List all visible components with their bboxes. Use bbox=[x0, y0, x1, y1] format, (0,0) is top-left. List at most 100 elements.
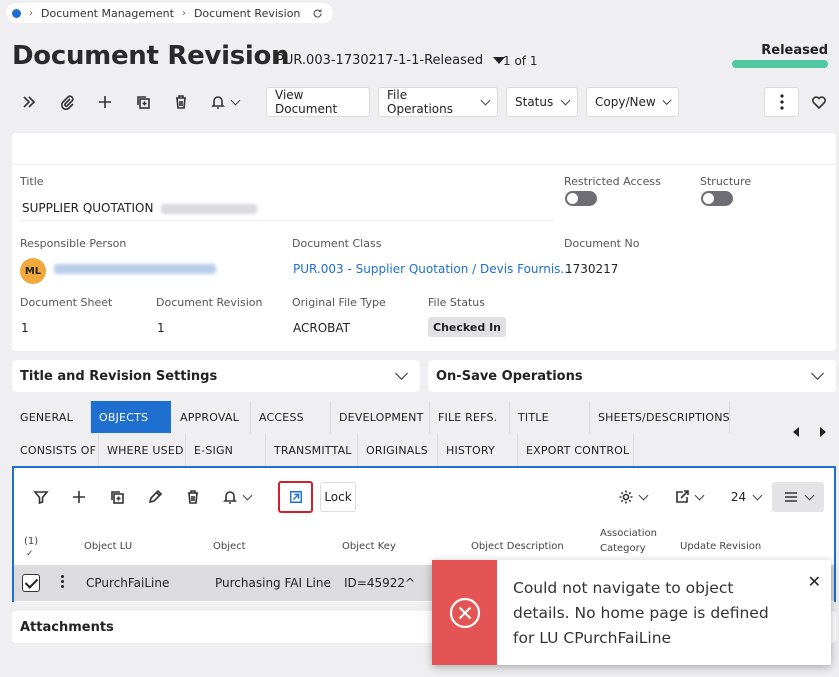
chevron-down-icon bbox=[804, 490, 814, 500]
tab-export-control[interactable]: EXPORT CONTROL bbox=[518, 434, 634, 466]
page-size-menu[interactable]: 24 bbox=[726, 482, 766, 512]
file-status-badge: Checked In bbox=[428, 317, 506, 337]
tab-history[interactable]: HISTORY bbox=[438, 434, 518, 466]
filter-icon bbox=[33, 491, 49, 505]
on-save-operations-group[interactable]: On-Save Operations bbox=[428, 360, 836, 392]
record-selector[interactable]: PUR.003-1730217-1-1-Released bbox=[276, 53, 506, 68]
column-object-key[interactable]: Object Key bbox=[342, 541, 396, 552]
duplicate-button[interactable] bbox=[128, 87, 158, 117]
object-notifications-button[interactable] bbox=[216, 482, 256, 512]
pencil-icon bbox=[148, 489, 163, 504]
breadcrumb-item-document-management[interactable]: Document Management bbox=[41, 7, 174, 20]
plus-icon bbox=[73, 491, 85, 503]
tab-objects[interactable]: OBJECTS bbox=[91, 401, 171, 433]
toast-message: Could not navigate to object details. No… bbox=[513, 579, 769, 647]
chevron-down-icon bbox=[638, 490, 648, 500]
status-indicator bbox=[732, 60, 828, 68]
document-no-label: Document No bbox=[564, 237, 640, 250]
tab-general[interactable]: GENERAL bbox=[12, 401, 91, 433]
card-header bbox=[12, 133, 836, 165]
view-document-label: View Document bbox=[275, 88, 338, 116]
redacted-text bbox=[161, 203, 258, 214]
document-revision-value: 1 bbox=[157, 321, 165, 335]
list-view-icon bbox=[784, 492, 797, 502]
expand-button[interactable] bbox=[14, 87, 44, 117]
chevron-down-icon bbox=[560, 95, 571, 105]
row-checkbox[interactable] bbox=[22, 574, 40, 592]
toast-icon-area bbox=[432, 560, 497, 665]
column-object[interactable]: Object bbox=[213, 541, 246, 552]
tab-sheets-descriptions[interactable]: SHEETS/DESCRIPTIONS bbox=[590, 401, 730, 433]
edit-object-button[interactable] bbox=[140, 482, 170, 512]
delete-object-button[interactable] bbox=[178, 482, 208, 512]
copy-new-menu[interactable]: Copy/New bbox=[586, 87, 679, 117]
page-size-value: 24 bbox=[730, 490, 747, 504]
tab-file-refs[interactable]: FILE REFS. bbox=[430, 401, 510, 433]
refresh-icon[interactable] bbox=[312, 8, 323, 19]
title-revision-settings-group[interactable]: Title and Revision Settings bbox=[12, 360, 420, 392]
chevron-right-icon: › bbox=[29, 7, 33, 19]
tab-originals[interactable]: ORIGINALS bbox=[358, 434, 438, 466]
tab-transmittal[interactable]: TRANSMITTAL bbox=[266, 434, 358, 466]
settings-menu[interactable] bbox=[612, 482, 652, 512]
document-sheet-value: 1 bbox=[21, 321, 29, 335]
add-object-button[interactable] bbox=[64, 482, 94, 512]
restricted-access-label: Restricted Access bbox=[564, 175, 661, 188]
tab-access[interactable]: ACCESS bbox=[251, 401, 331, 433]
chevron-down-icon bbox=[395, 367, 408, 380]
duplicate-object-button[interactable] bbox=[102, 482, 132, 512]
document-class-label: Document Class bbox=[292, 237, 382, 250]
title-field[interactable]: SUPPLIER QUOTATION bbox=[20, 195, 555, 221]
bell-icon bbox=[210, 96, 225, 109]
tab-development[interactable]: DEVELOPMENT bbox=[331, 401, 430, 433]
chevron-down-icon bbox=[811, 367, 824, 380]
file-operations-menu[interactable]: File Operations bbox=[378, 87, 498, 117]
status-menu[interactable]: Status bbox=[506, 87, 578, 117]
double-chevron-right-icon bbox=[23, 96, 36, 108]
status-menu-label: Status bbox=[515, 95, 554, 109]
on-save-operations-label: On-Save Operations bbox=[436, 368, 583, 384]
close-icon[interactable]: ✕ bbox=[808, 572, 821, 591]
trash-icon bbox=[188, 490, 198, 504]
cell-object-lu: CPurchFaiLine bbox=[86, 576, 170, 590]
tab-e-sign[interactable]: E-SIGN bbox=[186, 434, 266, 466]
tab-where-used[interactable]: WHERE USED bbox=[99, 434, 186, 466]
tab-consists-of[interactable]: CONSISTS OF bbox=[12, 434, 99, 466]
restricted-access-toggle[interactable] bbox=[565, 191, 597, 206]
structure-label: Structure bbox=[700, 175, 752, 188]
attach-button[interactable] bbox=[52, 87, 82, 117]
responsible-person-link[interactable] bbox=[54, 264, 216, 274]
favorite-button[interactable] bbox=[804, 87, 834, 117]
delete-button[interactable] bbox=[166, 87, 196, 117]
view-document-button[interactable]: View Document bbox=[266, 87, 370, 117]
view-mode-menu[interactable] bbox=[772, 482, 824, 512]
tab-title[interactable]: TITLE bbox=[510, 401, 590, 433]
filter-button[interactable] bbox=[26, 482, 56, 512]
document-no-value: 1730217 bbox=[565, 262, 619, 276]
tab-scroll-right-icon[interactable] bbox=[820, 427, 826, 437]
tab-scroll-left-icon[interactable] bbox=[793, 427, 799, 437]
document-class-link[interactable]: PUR.003 - Supplier Quotation / Devis Fou… bbox=[293, 262, 572, 276]
chevron-down-icon bbox=[230, 95, 240, 105]
lock-button[interactable]: Lock bbox=[320, 482, 356, 512]
navigate-to-object-button[interactable] bbox=[278, 481, 313, 513]
structure-toggle[interactable] bbox=[701, 191, 733, 206]
chevron-down-icon bbox=[242, 490, 252, 500]
notifications-button[interactable] bbox=[204, 87, 244, 117]
breadcrumb-item-document-revision: Document Revision bbox=[193, 6, 301, 20]
cell-object: Purchasing FAI Line bbox=[215, 576, 331, 590]
check-icon: ✓ bbox=[26, 549, 34, 559]
add-button[interactable] bbox=[90, 87, 120, 117]
paperclip-icon bbox=[60, 95, 74, 110]
page-title: Document Revision bbox=[12, 41, 290, 71]
chevron-down-icon bbox=[694, 490, 704, 500]
more-options-button[interactable] bbox=[764, 87, 799, 117]
home-icon[interactable] bbox=[12, 8, 21, 18]
export-menu[interactable] bbox=[668, 482, 708, 512]
column-update-revision[interactable]: Update Revision bbox=[680, 541, 761, 552]
row-actions-button[interactable] bbox=[61, 575, 65, 588]
column-object-lu[interactable]: Object LU bbox=[84, 541, 132, 552]
column-object-description[interactable]: Object Description bbox=[471, 541, 564, 552]
column-association-category[interactable]: Association Category bbox=[600, 526, 664, 556]
tab-approval[interactable]: APPROVAL bbox=[172, 401, 251, 433]
